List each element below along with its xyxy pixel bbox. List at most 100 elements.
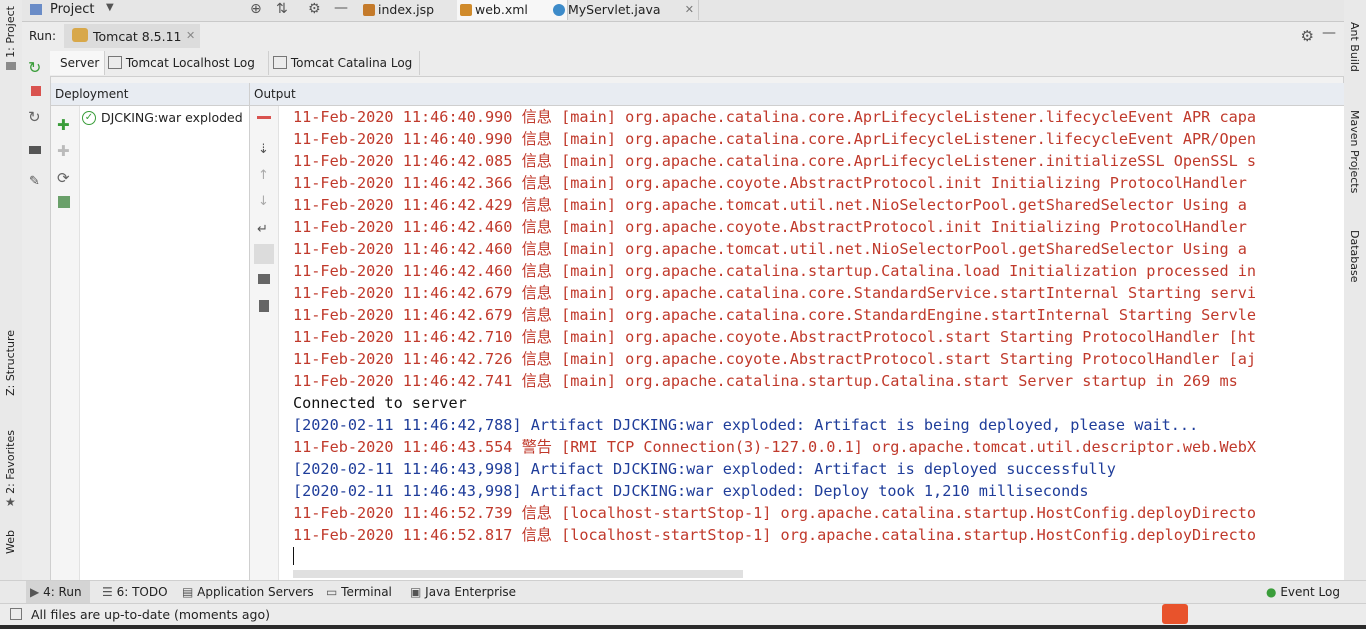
check-icon: ✓ xyxy=(82,111,96,125)
structure-tool-button[interactable]: Z: Structure xyxy=(4,330,17,396)
update-icon[interactable]: ↻ xyxy=(28,108,41,126)
log-line: 11-Feb-2020 11:46:42.366 信息 [main] org.a… xyxy=(293,174,1247,192)
output-header: Output xyxy=(250,83,1344,106)
layout-icon[interactable] xyxy=(29,146,41,154)
chevron-down-icon[interactable]: ▼ xyxy=(106,2,114,13)
sort-icon[interactable]: ⇣ xyxy=(258,142,269,157)
xml-file-icon xyxy=(460,4,472,16)
log-line: 11-Feb-2020 11:46:40.990 信息 [main] org.a… xyxy=(293,130,1257,148)
deployment-item[interactable]: DJCKING:war exploded xyxy=(101,110,243,125)
pin-icon[interactable]: ✎ xyxy=(29,174,40,189)
log-line: 11-Feb-2020 11:46:42.460 信息 [main] org.a… xyxy=(293,240,1247,258)
log-line: 11-Feb-2020 11:46:42.679 信息 [main] org.a… xyxy=(293,284,1257,302)
log-line: 11-Feb-2020 11:46:40.990 信息 [main] org.a… xyxy=(293,108,1257,126)
log-icon xyxy=(273,56,287,69)
tool-button-application-servers[interactable]: ▤ Application Servers xyxy=(182,581,314,604)
server-icon: ▤ xyxy=(182,585,194,599)
list-icon: ☰ xyxy=(102,585,113,599)
web-tool-button[interactable]: Web xyxy=(4,530,17,554)
output-actions: ⇣ ↑ ↓ ↵ xyxy=(250,106,279,580)
tool-button-event-log[interactable]: ● Event Log xyxy=(1266,581,1340,604)
deployment-pane: Deployment ✚ ✚ ⟳ ✓ DJCKING:war exploded xyxy=(51,83,250,580)
text-cursor xyxy=(293,547,294,565)
log-line: 11-Feb-2020 11:46:42.460 信息 [main] org.a… xyxy=(293,262,1257,280)
system-tray xyxy=(1196,606,1346,622)
status-message: All files are up-to-date (moments ago) xyxy=(31,607,270,622)
status-bar: All files are up-to-date (moments ago) xyxy=(0,603,1366,626)
status-indicator-icon[interactable] xyxy=(10,608,22,620)
log-line: 11-Feb-2020 11:46:42.679 信息 [main] org.a… xyxy=(293,306,1257,324)
java-class-icon xyxy=(553,4,565,16)
clear-icon[interactable] xyxy=(257,116,271,119)
folder-icon xyxy=(6,62,16,70)
tab-tomcat-localhost-log[interactable]: Tomcat Localhost Log ✕ xyxy=(104,51,269,94)
favorites-tool-button[interactable]: 2: Favorites xyxy=(4,430,17,494)
tab-myservlet-java[interactable]: MyServlet.java ✕ xyxy=(550,0,699,20)
console-output[interactable]: 11-Feb-2020 11:46:40.990 信息 [main] org.a… xyxy=(293,106,1333,561)
tab-tomcat-catalina-log[interactable]: Tomcat Catalina Log ✕ xyxy=(269,51,420,94)
tool-button-run[interactable]: ▶ 4: Run xyxy=(26,581,90,604)
log-line: [2020-02-11 11:46:43,998] Artifact DJCKI… xyxy=(293,460,1116,478)
close-icon[interactable]: ✕ xyxy=(186,29,195,42)
soft-wrap-icon[interactable]: ↵ xyxy=(257,222,268,237)
deployment-actions: ✚ ✚ ⟳ xyxy=(51,106,80,580)
log-line: 11-Feb-2020 11:46:42.741 信息 [main] org.a… xyxy=(293,372,1238,390)
log-line: 11-Feb-2020 11:46:42.085 信息 [main] org.a… xyxy=(293,152,1257,170)
left-tool-strip: 1: Project Z: Structure 2: Favorites ★ W… xyxy=(0,0,23,580)
ant-build-tool-button[interactable]: Ant Build xyxy=(1348,22,1361,72)
log-line: 11-Feb-2020 11:46:42.460 信息 [main] org.a… xyxy=(293,218,1247,236)
artifact-icon[interactable] xyxy=(58,196,70,208)
bottom-tool-bar: ▶ 4: Run ☰ 6: TODO ▤ Application Servers… xyxy=(0,580,1366,604)
gear-icon[interactable]: ⚙ xyxy=(1301,27,1314,45)
server-tabs-bar: Server Tomcat Localhost Log ✕ Tomcat Cat… xyxy=(22,50,1344,94)
target-icon[interactable]: ⊕ xyxy=(250,1,262,17)
collapse-icon[interactable]: ⇅ xyxy=(276,1,288,17)
redeploy-icon[interactable]: ⟳ xyxy=(57,169,70,187)
run-toolbar: Run: Tomcat 8.5.11 ✕ ⚙ — xyxy=(22,22,1344,51)
log-line: [2020-02-11 11:46:43,998] Artifact DJCKI… xyxy=(293,482,1089,500)
terminal-icon: ▭ xyxy=(326,585,338,599)
rerun-icon[interactable]: ↻ xyxy=(28,58,41,77)
database-tool-button[interactable]: Database xyxy=(1348,230,1361,283)
log-line: [2020-02-11 11:46:42,788] Artifact DJCKI… xyxy=(293,416,1199,434)
minimize-icon[interactable]: — xyxy=(334,0,348,16)
gear-icon[interactable]: ⚙ xyxy=(308,1,321,17)
tomcat-icon xyxy=(72,28,88,42)
jsp-file-icon xyxy=(363,4,375,16)
deploy-icon[interactable]: ✚ xyxy=(57,116,70,134)
minimize-icon[interactable]: — xyxy=(1322,25,1336,41)
run-config-tab[interactable]: Tomcat 8.5.11 ✕ xyxy=(64,24,200,48)
log-line: 11-Feb-2020 11:46:42.429 信息 [main] org.a… xyxy=(293,196,1247,214)
right-tool-strip: Ant Build Maven Projects Database xyxy=(1343,0,1366,580)
maven-projects-tool-button[interactable]: Maven Projects xyxy=(1348,110,1361,193)
close-icon[interactable]: ✕ xyxy=(685,0,694,20)
input-method-icon[interactable] xyxy=(1162,604,1188,624)
undeploy-icon[interactable]: ✚ xyxy=(57,142,70,160)
project-view-selector[interactable]: Project xyxy=(50,2,94,17)
project-tool-button[interactable]: 1: Project xyxy=(4,6,17,58)
os-taskbar-edge xyxy=(0,625,1366,629)
log-line: 11-Feb-2020 11:46:43.554 警告 [RMI TCP Con… xyxy=(293,438,1257,456)
log-line: 11-Feb-2020 11:46:52.817 信息 [localhost-s… xyxy=(293,526,1257,544)
tool-button-terminal[interactable]: ▭ Terminal xyxy=(326,581,392,604)
scroll-to-end-icon[interactable] xyxy=(254,244,274,264)
down-arrow-icon[interactable]: ↓ xyxy=(258,194,269,209)
star-icon: ★ xyxy=(5,495,16,509)
run-icon: ▶ xyxy=(30,585,40,599)
log-line: 11-Feb-2020 11:46:42.710 信息 [main] org.a… xyxy=(293,328,1257,346)
java-enterprise-icon: ▣ xyxy=(410,585,422,599)
tool-button-todo[interactable]: ☰ 6: TODO xyxy=(102,581,168,604)
log-icon xyxy=(108,56,122,69)
run-label: Run: xyxy=(29,29,57,43)
horizontal-scrollbar[interactable] xyxy=(293,570,743,578)
event-log-icon: ● xyxy=(1266,585,1277,599)
tab-server[interactable]: Server xyxy=(50,51,105,75)
stop-icon[interactable] xyxy=(31,86,41,96)
log-line: 11-Feb-2020 11:46:52.739 信息 [localhost-s… xyxy=(293,504,1257,522)
editor-tab-bar: Project ▼ ⊕ ⇅ ⚙ — index.jsp ✕ web.xml ✕ … xyxy=(22,0,1344,22)
run-actions-column: ↻ ↻ ✎ xyxy=(22,58,51,580)
trash-icon[interactable] xyxy=(259,300,269,312)
up-arrow-icon[interactable]: ↑ xyxy=(258,168,269,183)
tool-button-java-enterprise[interactable]: ▣ Java Enterprise xyxy=(410,581,516,604)
print-icon[interactable] xyxy=(258,274,270,284)
